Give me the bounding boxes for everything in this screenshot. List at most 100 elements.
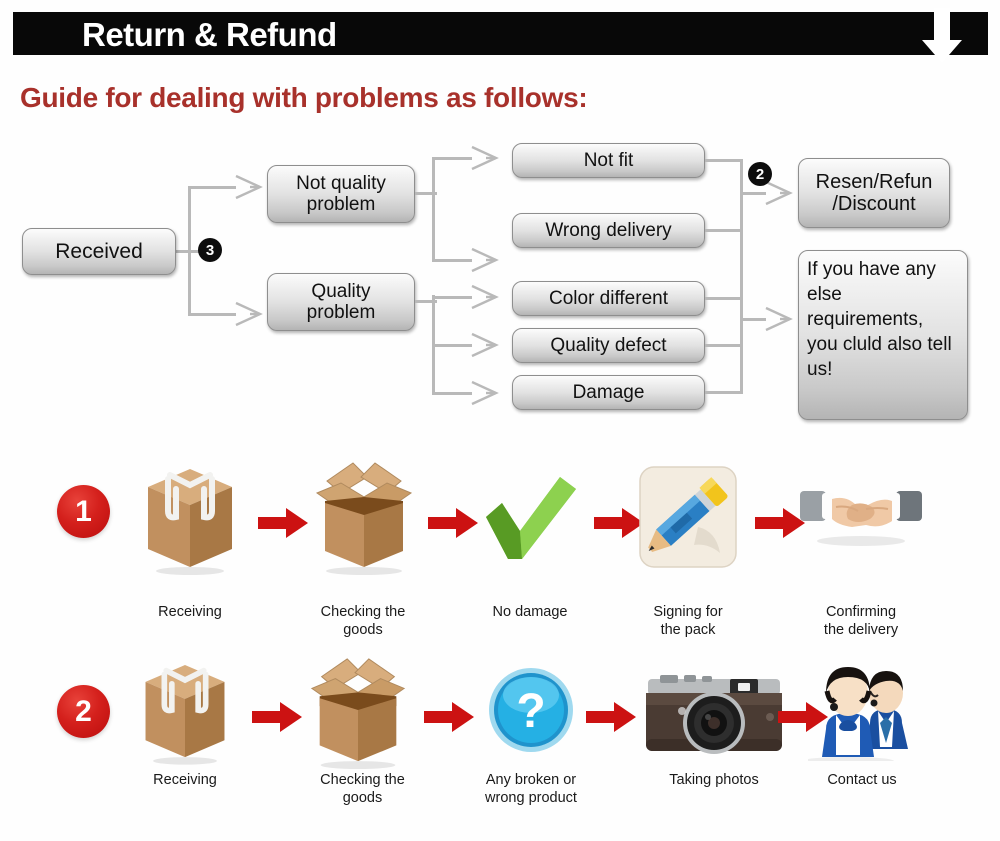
flow-box-quality-problem[interactable]: Quality problem bbox=[267, 273, 415, 331]
arrowhead-requirements-icon bbox=[765, 306, 793, 332]
connector-notfit-out bbox=[705, 159, 743, 162]
red-arrow-icon-1-2 bbox=[428, 508, 478, 538]
page-title: Return & Refund bbox=[82, 16, 337, 53]
svg-text:?: ? bbox=[516, 685, 545, 738]
process-row-1-caption-2-line2: goods bbox=[343, 622, 383, 639]
flow-box-received[interactable]: Received bbox=[22, 228, 176, 275]
process-row-1-caption-1-line1: Receiving bbox=[158, 604, 222, 620]
red-arrow-icon-2-1 bbox=[252, 702, 302, 732]
open-box-icon bbox=[315, 462, 413, 575]
arrowhead-qualitydefect-icon bbox=[471, 332, 499, 358]
arrowhead-quality-icon bbox=[235, 301, 263, 327]
connector-bus-top-out bbox=[740, 192, 766, 195]
flow-box-wrong-delivery-label: Wrong delivery bbox=[545, 219, 672, 241]
arrowhead-notfit-icon bbox=[471, 145, 499, 171]
process-row-2-caption-3-line1: Any broken or bbox=[485, 772, 577, 788]
flow-box-damage-label: Damage bbox=[572, 381, 645, 403]
red-arrow-icon-2-2 bbox=[424, 702, 474, 732]
process-row-1-caption-5-line1: Confirming bbox=[825, 604, 897, 620]
arrowhead-colordifferent-icon bbox=[471, 284, 499, 310]
flow-box-received-label: Received bbox=[55, 239, 143, 263]
process-row-2-caption-5: Contact us bbox=[792, 771, 932, 789]
flow-box-not-quality-problem[interactable]: Not quality problem bbox=[267, 165, 415, 223]
process-row-2-caption-2-line1: Checking the bbox=[320, 772, 405, 788]
connector-notquality-vertical bbox=[432, 157, 435, 262]
support-agents-icon bbox=[808, 667, 908, 761]
pencil-sign-icon bbox=[639, 466, 737, 568]
closed-box-icon bbox=[148, 469, 232, 575]
flow-box-not-quality-line1: Not quality bbox=[296, 172, 386, 194]
flow-box-not-fit[interactable]: Not fit bbox=[512, 143, 705, 178]
process-row-2-caption-4: Taking photos bbox=[644, 771, 784, 789]
process-row-1-caption-4-line1: Signing for bbox=[653, 604, 723, 620]
step-badge-3: 3 bbox=[198, 238, 222, 262]
page-root: Return & Refund Guide for dealing with p… bbox=[0, 0, 1000, 841]
process-row-2-caption-2-line2: goods bbox=[342, 790, 383, 807]
process-row-1-caption-2: Checking the goods bbox=[293, 603, 433, 639]
red-arrow-icon-1-1 bbox=[258, 508, 308, 538]
flow-box-quality-defect[interactable]: Quality defect bbox=[512, 328, 705, 363]
arrowhead-notquality-icon bbox=[235, 174, 263, 200]
flow-box-extra-requirements[interactable]: If you have any else requirements, you c… bbox=[798, 250, 968, 420]
flow-box-extra-requirements-label: If you have any else requirements, you c… bbox=[807, 259, 952, 381]
flow-box-resend-line1: Resen/Refun bbox=[815, 170, 933, 193]
process-row-2-caption-3-line2: wrong product bbox=[485, 790, 577, 807]
connector-to-notfit bbox=[432, 157, 472, 160]
connector-bus-bottom bbox=[740, 159, 743, 393]
process-row-1: 1 Receiving Checking the goods No damage… bbox=[0, 455, 1000, 645]
process-row-2-caption-5-line1: Contact us bbox=[827, 772, 897, 788]
flow-box-quality-line2: problem bbox=[306, 302, 376, 323]
process-row-2-badge: 2 bbox=[57, 685, 110, 738]
process-row-1-caption-1: Receiving bbox=[120, 603, 260, 621]
arrowhead-resend-icon bbox=[765, 180, 793, 206]
connector-to-wrongdelivery bbox=[432, 259, 472, 262]
connector-split-vertical-1 bbox=[188, 186, 191, 316]
down-arrow-icon bbox=[922, 8, 962, 63]
flow-box-resend-line2: /Discount bbox=[832, 193, 916, 215]
process-row-1-caption-2-line1: Checking the bbox=[320, 604, 406, 620]
connector-bus-bottom-out bbox=[740, 318, 766, 321]
process-row-1-caption-5: Confirming the delivery bbox=[791, 603, 931, 639]
arrowhead-damage-icon bbox=[471, 380, 499, 406]
flowchart: Received 3 Not quality problem Quality p… bbox=[0, 130, 1000, 430]
connector-to-damage bbox=[432, 392, 472, 395]
process-row-2-caption-4-line1: Taking photos bbox=[669, 772, 759, 788]
process-row-2-caption-1: Receiving bbox=[115, 771, 255, 789]
red-arrow-icon-1-3 bbox=[594, 508, 644, 538]
process-row-1-badge-label: 1 bbox=[75, 494, 92, 528]
flow-box-color-different-label: Color different bbox=[549, 287, 668, 309]
step-badge-3-label: 3 bbox=[205, 241, 215, 259]
connector-to-qualitydefect bbox=[432, 344, 472, 347]
open-box-icon bbox=[310, 658, 406, 769]
blue-question-icon: ? bbox=[489, 668, 573, 752]
red-arrow-icon-1-4 bbox=[755, 508, 805, 538]
flow-box-not-fit-label: Not fit bbox=[583, 149, 634, 171]
process-row-1-caption-5-line2: the delivery bbox=[823, 622, 899, 639]
flow-box-quality-defect-label: Quality defect bbox=[550, 334, 667, 356]
green-check-icon bbox=[486, 477, 576, 559]
process-row-1-caption-3-line1: No damage bbox=[492, 604, 568, 620]
connector-to-quality bbox=[188, 313, 236, 316]
process-row-2-caption-2: Checking the goods bbox=[290, 771, 435, 807]
step-badge-2-label: 2 bbox=[755, 165, 765, 183]
flow-box-damage[interactable]: Damage bbox=[512, 375, 705, 410]
process-row-1-caption-3: No damage bbox=[460, 603, 600, 621]
connector-wrongdelivery-out bbox=[705, 229, 743, 232]
connector-colordifferent-out bbox=[705, 297, 743, 300]
process-row-1-badge: 1 bbox=[57, 485, 110, 538]
process-row-1-caption-4-line2: the pack bbox=[660, 622, 716, 639]
process-row-2-caption-3: Any broken or wrong product bbox=[461, 771, 601, 807]
process-row-2-badge-label: 2 bbox=[75, 694, 92, 728]
flow-box-resend-refund-discount[interactable]: Resen/Refun /Discount bbox=[798, 158, 950, 228]
camera-icon bbox=[646, 675, 782, 754]
connector-qualitydefect-out bbox=[705, 344, 743, 347]
closed-box-icon bbox=[145, 665, 225, 765]
flow-box-wrong-delivery[interactable]: Wrong delivery bbox=[512, 213, 705, 248]
process-row-1-caption-4: Signing for the pack bbox=[618, 603, 758, 639]
flow-box-color-different[interactable]: Color different bbox=[512, 281, 705, 316]
process-row-2-caption-1-line1: Receiving bbox=[153, 772, 217, 788]
guide-heading: Guide for dealing with problems as follo… bbox=[20, 82, 588, 113]
step-badge-2: 2 bbox=[748, 162, 772, 186]
connector-to-colordifferent bbox=[432, 296, 472, 299]
red-arrow-icon-2-3 bbox=[586, 702, 636, 732]
